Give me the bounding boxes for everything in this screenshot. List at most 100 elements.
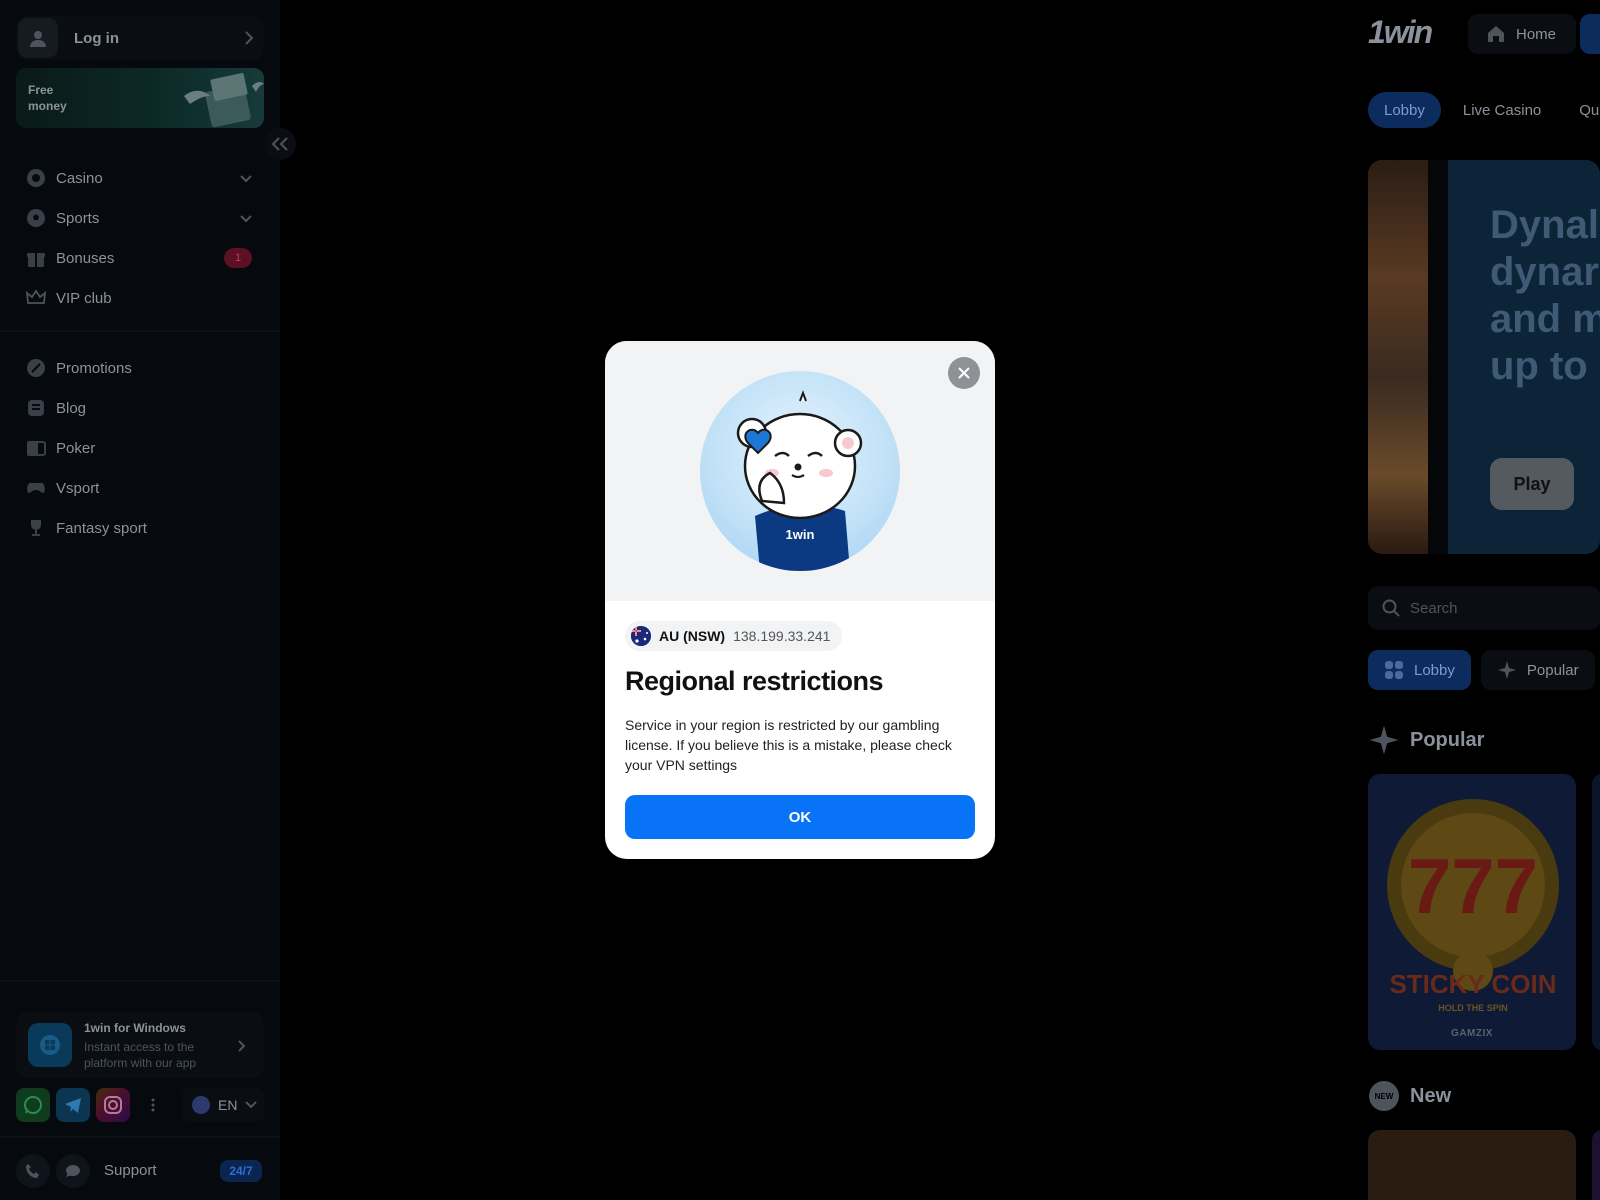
chip-label: Popular <box>1526 661 1579 679</box>
double-chevron-left-icon <box>271 137 288 151</box>
section-label: New <box>1410 1084 1452 1107</box>
flying-cash-icon <box>184 73 264 128</box>
chat-button[interactable] <box>56 1154 90 1188</box>
windows-app-title: 1win for Windows <box>84 1021 186 1035</box>
sidebar-item-label: Promotions <box>56 359 132 377</box>
sidebar-item-vsport[interactable]: Vsport <box>16 468 264 508</box>
chevron-right-icon <box>244 30 254 51</box>
percent-badge-icon <box>26 358 46 378</box>
game-title-sticky-coin: STICKY COIN <box>1389 969 1556 999</box>
mascot-illustration: 1win <box>700 371 900 571</box>
home-label: Home <box>1516 25 1557 43</box>
sidebar: Log in Free money Casino Sports Bonuses … <box>0 0 296 1200</box>
game-tagline: HOLD THE SPIN <box>1438 1003 1508 1013</box>
sidebar-item-bonuses[interactable]: Bonuses 1 <box>16 238 264 278</box>
game-title-777: 777 <box>1408 842 1538 930</box>
sidebar-item-label: Blog <box>56 399 87 417</box>
sidebar-item-label: Poker <box>56 439 96 457</box>
modal-close-button[interactable] <box>948 357 980 389</box>
close-icon <box>958 367 970 379</box>
geo-location-badge: AU (NSW) 138.199.33.241 <box>625 621 843 651</box>
tab-live-casino[interactable]: Live Casino <box>1447 92 1557 128</box>
support-label[interactable]: Support <box>104 1162 157 1179</box>
game-card-new[interactable] <box>1368 1130 1576 1200</box>
game-provider: GAMZIX <box>1451 1028 1493 1039</box>
casino-tabs: Lobby Live Casino Quic <box>1368 92 1600 128</box>
modal-description: Service in your region is restricted by … <box>625 717 952 773</box>
modal-title: Regional restrictions <box>625 666 884 696</box>
sidebar-item-sports[interactable]: Sports <box>16 198 264 238</box>
whatsapp-button[interactable] <box>16 1088 50 1122</box>
sidebar-item-label: VIP club <box>56 289 112 307</box>
crown-icon <box>26 288 46 308</box>
language-selector[interactable]: EN <box>182 1088 264 1122</box>
game-card-sticky-coin[interactable]: 777 STICKY COIN HOLD THE SPIN GAMZIX <box>1368 774 1576 1050</box>
secondary-nav: Promotions Blog Poker Vsport Fantasy spo… <box>16 348 264 548</box>
regional-restrictions-modal: 1win AU (NSW) 138.199.33.241 Regional re… <box>605 341 995 859</box>
new-badge-text: NEW <box>1375 1092 1394 1101</box>
uk-flag-icon <box>192 1096 210 1114</box>
grid-icon <box>1385 661 1403 679</box>
chip-popular[interactable]: Popular <box>1480 650 1595 690</box>
new-badge-icon: NEW <box>1369 1081 1399 1111</box>
section-new-title: NEW New <box>1368 1080 1451 1112</box>
game-artwork: 777 STICKY COIN HOLD THE SPIN <box>1369 775 1575 1049</box>
free-money-promo[interactable]: Free money <box>16 68 264 128</box>
chip-label: Lobby <box>1414 661 1455 679</box>
category-chips: Lobby Popular <box>1368 650 1595 690</box>
gamepad-icon <box>26 478 46 498</box>
casino-chip-icon <box>26 168 46 188</box>
tab-quick-games[interactable]: Quic <box>1563 92 1600 128</box>
document-icon <box>26 398 46 418</box>
chip-lobby[interactable]: Lobby <box>1368 650 1471 690</box>
support-hours-badge: 24/7 <box>220 1160 262 1182</box>
game-card-new-next[interactable] <box>1592 1130 1600 1200</box>
home-icon <box>1488 26 1504 42</box>
banner-headline: Dynal dynar and m up to <box>1490 203 1600 388</box>
trophy-icon <box>26 518 46 538</box>
game-search-input[interactable]: Search <box>1368 586 1600 630</box>
phone-button[interactable] <box>16 1154 50 1188</box>
game-card-next[interactable] <box>1592 774 1600 1050</box>
login-label: Log in <box>74 29 119 47</box>
brand-logo[interactable]: 1win <box>1368 14 1433 51</box>
phone-icon <box>26 1164 39 1178</box>
banner-gap <box>1428 160 1448 554</box>
sidebar-item-label: Vsport <box>56 479 100 497</box>
windows-app-card[interactable]: 1win for Windows Instant access to the p… <box>16 1012 264 1078</box>
region-label: AU (NSW) <box>659 628 726 644</box>
telegram-button[interactable] <box>56 1088 90 1122</box>
more-options-button[interactable] <box>136 1088 170 1122</box>
sidebar-item-blog[interactable]: Blog <box>16 388 264 428</box>
sidebar-item-casino[interactable]: Casino <box>16 158 264 198</box>
user-avatar-icon <box>18 18 58 58</box>
search-placeholder: Search <box>1410 599 1458 617</box>
main-content: 1win Home Lobby Live Casino Quic Dynal d… <box>1368 0 1600 1200</box>
login-button[interactable]: Log in <box>16 16 264 60</box>
social-links <box>16 1088 170 1122</box>
bonus-count-badge: 1 <box>224 248 252 268</box>
whatsapp-icon <box>24 1096 42 1114</box>
nav-divider <box>0 330 280 332</box>
chevron-right-icon <box>238 1039 246 1057</box>
sidebar-item-promotions[interactable]: Promotions <box>16 348 264 388</box>
section-popular-title: Popular <box>1368 724 1484 756</box>
ok-button[interactable]: OK <box>625 795 975 839</box>
banner-play-button[interactable]: Play <box>1490 458 1574 510</box>
instagram-button[interactable] <box>96 1088 130 1122</box>
sidebar-item-label: Fantasy sport <box>56 519 147 537</box>
register-button[interactable] <box>1580 14 1600 54</box>
tab-lobby[interactable]: Lobby <box>1368 92 1441 128</box>
sidebar-item-vip-club[interactable]: VIP club <box>16 278 264 318</box>
vertical-dots-icon <box>151 1098 155 1112</box>
sparkle-icon <box>1369 725 1399 755</box>
australia-flag-icon <box>631 626 651 646</box>
sidebar-item-fantasy-sport[interactable]: Fantasy sport <box>16 508 264 548</box>
support-row: Support 24/7 <box>0 1136 280 1200</box>
sidebar-item-label: Casino <box>56 169 103 187</box>
collapse-sidebar-button[interactable] <box>264 128 296 160</box>
home-button[interactable]: Home <box>1468 14 1576 54</box>
promo-banner[interactable]: Dynal dynar and m up to Play <box>1368 160 1600 554</box>
sidebar-item-poker[interactable]: Poker <box>16 428 264 468</box>
soccer-ball-icon <box>26 208 46 228</box>
